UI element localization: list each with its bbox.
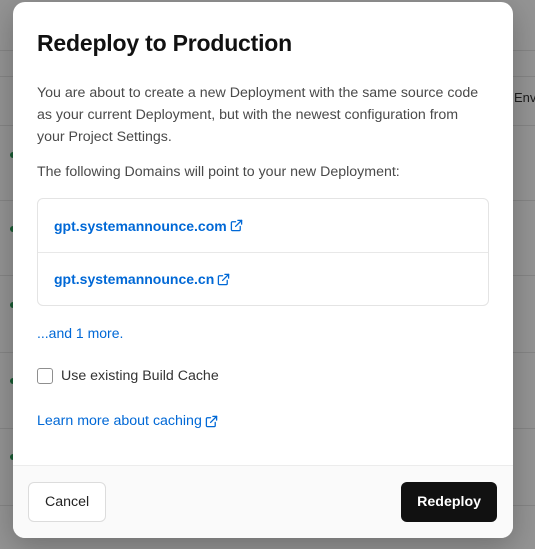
domains-list: gpt.systemannounce.com gpt.systemannounc… (37, 198, 489, 306)
dialog-footer: Cancel Redeploy (13, 465, 513, 538)
domain-link[interactable]: gpt.systemannounce.cn (54, 271, 230, 287)
cancel-button[interactable]: Cancel (28, 482, 107, 522)
more-domains-link[interactable]: ...and 1 more. (37, 325, 123, 341)
external-link-icon (230, 219, 242, 232)
build-cache-checkbox[interactable] (37, 368, 53, 384)
external-link-icon (218, 273, 230, 285)
dialog-body: Redeploy to Production You are about to … (13, 2, 513, 430)
redeploy-button[interactable]: Redeploy (401, 482, 497, 522)
redeploy-dialog: Redeploy to Production You are about to … (13, 2, 513, 538)
domain-link[interactable]: gpt.systemannounce.com (54, 218, 243, 234)
list-item: gpt.systemannounce.com (38, 199, 488, 252)
build-cache-option[interactable]: Use existing Build Cache (37, 367, 489, 385)
list-item: gpt.systemannounce.cn (38, 252, 488, 305)
dialog-description: You are about to create a new Deployment… (37, 85, 479, 145)
domain-link-label: gpt.systemannounce.cn (54, 271, 215, 287)
external-link-icon (205, 415, 218, 427)
build-cache-label: Use existing Build Cache (61, 368, 219, 384)
learn-caching-label: Learn more about caching (37, 413, 202, 429)
domains-lead-text: The following Domains will point to your… (37, 164, 400, 180)
domain-link-label: gpt.systemannounce.com (54, 217, 227, 234)
learn-caching-link[interactable]: Learn more about caching (37, 413, 218, 429)
dialog-title: Redeploy to Production (37, 30, 292, 56)
